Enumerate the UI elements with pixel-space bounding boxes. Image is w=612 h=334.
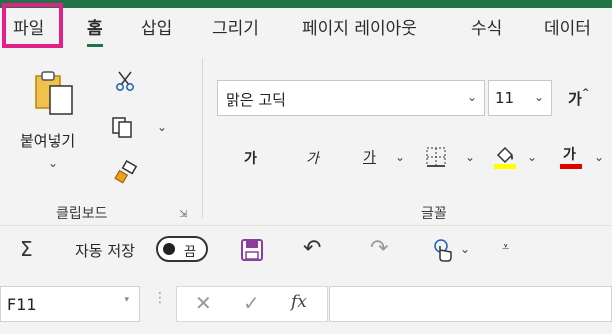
touch-pointer-icon xyxy=(434,239,452,262)
undo-icon[interactable]: ↶ xyxy=(303,236,321,261)
ribbon-home xyxy=(0,50,612,225)
copy-dropdown-chevron-icon[interactable]: ⌄ xyxy=(157,120,167,134)
increase-font-glyph: 가 xyxy=(568,90,582,108)
bold-button[interactable]: 가 xyxy=(244,148,257,168)
italic-button[interactable]: 가 xyxy=(306,148,319,168)
format-painter-button[interactable] xyxy=(114,160,138,184)
file-tab-highlight xyxy=(2,3,63,48)
autosave-state: 끔 xyxy=(184,245,196,260)
paste-icon xyxy=(35,71,73,115)
formula-controls: ✕ ✓ fx xyxy=(176,286,328,322)
clipboard-group-label: 클립보드 xyxy=(56,206,108,222)
touch-mode-button[interactable] xyxy=(432,238,454,262)
cancel-icon[interactable]: ✕ xyxy=(195,291,212,315)
copy-button[interactable] xyxy=(110,115,134,139)
fill-color-dropdown-chevron-icon[interactable]: ⌄ xyxy=(527,150,537,164)
borders-icon xyxy=(426,147,446,167)
tab-data[interactable]: 데이터 xyxy=(544,8,591,50)
tab-formulas[interactable]: 수식 xyxy=(471,8,502,50)
group-separator xyxy=(202,58,203,218)
touch-mode-chevron-icon[interactable]: ⌄ xyxy=(460,242,470,256)
font-color-glyph: 가 xyxy=(563,147,576,163)
ribbon-tabs: 파일 홈 삽입 그리기 페이지 레이아웃 수식 데이터 xyxy=(0,8,612,50)
increase-arrow-icon: ^ xyxy=(581,88,590,98)
font-size-value: 11 xyxy=(495,89,515,107)
clipboard-dialog-launcher-icon[interactable]: ⇲ xyxy=(179,209,187,220)
paste-dropdown-chevron-icon[interactable]: ⌄ xyxy=(48,156,58,170)
name-box-value: F11 xyxy=(7,295,37,314)
font-color-button[interactable]: 가 xyxy=(560,144,584,170)
autosave-label: 자동 저장 xyxy=(75,242,135,260)
toggle-knob xyxy=(163,243,175,255)
font-name-value: 맑은 고딕 xyxy=(226,91,286,109)
tab-page-layout[interactable]: 페이지 레이아웃 xyxy=(302,8,417,50)
tab-home[interactable]: 홈 xyxy=(87,8,103,50)
redo-icon[interactable]: ↷ xyxy=(370,236,388,261)
underline-dropdown-chevron-icon[interactable]: ⌄ xyxy=(395,150,405,164)
save-button[interactable] xyxy=(240,238,264,262)
fill-color-button[interactable] xyxy=(493,144,517,170)
title-bar-strip xyxy=(0,0,612,8)
splitter-handle-icon[interactable]: ⋮ xyxy=(153,291,167,305)
font-size-chevron-icon: ⌄ xyxy=(533,90,544,104)
tab-draw[interactable]: 그리기 xyxy=(212,8,259,50)
insert-function-button[interactable]: fx xyxy=(291,292,307,312)
autosum-icon[interactable]: Σ xyxy=(20,237,33,261)
increase-font-size-button[interactable]: 가^ xyxy=(568,88,589,109)
font-color-dropdown-chevron-icon[interactable]: ⌄ xyxy=(594,150,604,164)
fill-bucket-icon xyxy=(494,146,516,169)
enter-check-icon[interactable]: ✓ xyxy=(243,291,260,315)
name-box[interactable]: F11 ▾ xyxy=(0,286,140,322)
font-group-label: 글꼴 xyxy=(421,206,447,222)
tab-insert[interactable]: 삽입 xyxy=(141,8,172,50)
paste-label[interactable]: 붙여넣기 xyxy=(20,130,75,151)
scissors-icon xyxy=(116,71,134,91)
save-icon xyxy=(241,239,263,261)
autosave-toggle[interactable]: 끔 xyxy=(156,236,208,262)
formula-input[interactable] xyxy=(329,286,612,322)
cut-button[interactable] xyxy=(114,70,136,92)
font-name-dropdown[interactable]: 맑은 고딕 ⌄ xyxy=(217,80,485,116)
paste-button[interactable] xyxy=(30,70,76,118)
font-name-chevron-icon: ⌄ xyxy=(466,90,477,104)
name-box-dropdown-icon[interactable]: ▾ xyxy=(124,295,129,305)
borders-button[interactable] xyxy=(425,146,447,168)
underline-button[interactable]: 가 xyxy=(363,147,376,167)
font-color-swatch xyxy=(560,164,582,169)
font-size-dropdown[interactable]: 11 ⌄ xyxy=(488,80,552,116)
copy-icon xyxy=(112,117,132,138)
borders-dropdown-chevron-icon[interactable]: ⌄ xyxy=(465,150,475,164)
customize-qat-icon[interactable]: ⩡ xyxy=(502,240,509,255)
format-painter-icon xyxy=(114,160,138,184)
